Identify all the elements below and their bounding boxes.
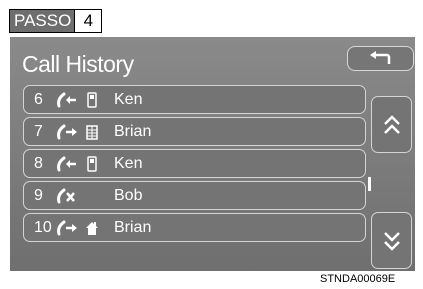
call-index: 6 bbox=[34, 91, 43, 108]
call-index: 7 bbox=[34, 123, 43, 140]
call-row[interactable]: 10 Brian bbox=[23, 213, 366, 242]
mobile-phone-icon bbox=[87, 92, 97, 108]
call-history-screen: Call History 6 Ken 7 Brian 8 Ken 9 Bob 1… bbox=[10, 37, 415, 271]
scroll-up-button[interactable] bbox=[371, 96, 412, 153]
mobile-phone-icon bbox=[87, 156, 97, 172]
caller-name: Ken bbox=[114, 155, 143, 172]
figure-frame: PASSO 4 Call History 6 Ken 7 Brian 8 Ken… bbox=[9, 9, 415, 271]
caller-name: Brian bbox=[114, 219, 152, 236]
step-indicator: PASSO 4 bbox=[9, 9, 103, 33]
call-index: 10 bbox=[34, 219, 52, 236]
double-chevron-down-icon bbox=[383, 231, 400, 251]
caller-name: Brian bbox=[114, 123, 152, 140]
call-index: 9 bbox=[34, 187, 43, 204]
caller-name: Ken bbox=[114, 91, 143, 108]
call-row[interactable]: 9 Bob bbox=[23, 181, 366, 210]
back-button[interactable] bbox=[347, 46, 414, 71]
call-row[interactable]: 7 Brian bbox=[23, 117, 366, 146]
scrollbar[interactable] bbox=[368, 177, 371, 191]
caller-name: Bob bbox=[114, 187, 143, 204]
figure-code: STNDA00069E bbox=[320, 273, 396, 285]
office-phone-icon bbox=[86, 125, 98, 140]
outgoing-call-icon bbox=[57, 124, 77, 140]
back-arrow-icon bbox=[369, 50, 390, 64]
scroll-down-button[interactable] bbox=[371, 212, 412, 269]
step-number: 4 bbox=[74, 10, 102, 32]
outgoing-call-icon bbox=[57, 220, 77, 236]
double-chevron-up-icon bbox=[383, 114, 400, 134]
step-label: PASSO bbox=[10, 10, 75, 32]
incoming-call-icon bbox=[57, 156, 76, 172]
incoming-call-icon bbox=[57, 92, 76, 108]
call-row[interactable]: 8 Ken bbox=[23, 149, 366, 178]
missed-call-icon bbox=[57, 188, 75, 204]
call-index: 8 bbox=[34, 155, 43, 172]
screen-title: Call History bbox=[22, 51, 134, 77]
call-row[interactable]: 6 Ken bbox=[23, 85, 366, 114]
home-phone-icon bbox=[86, 222, 98, 235]
